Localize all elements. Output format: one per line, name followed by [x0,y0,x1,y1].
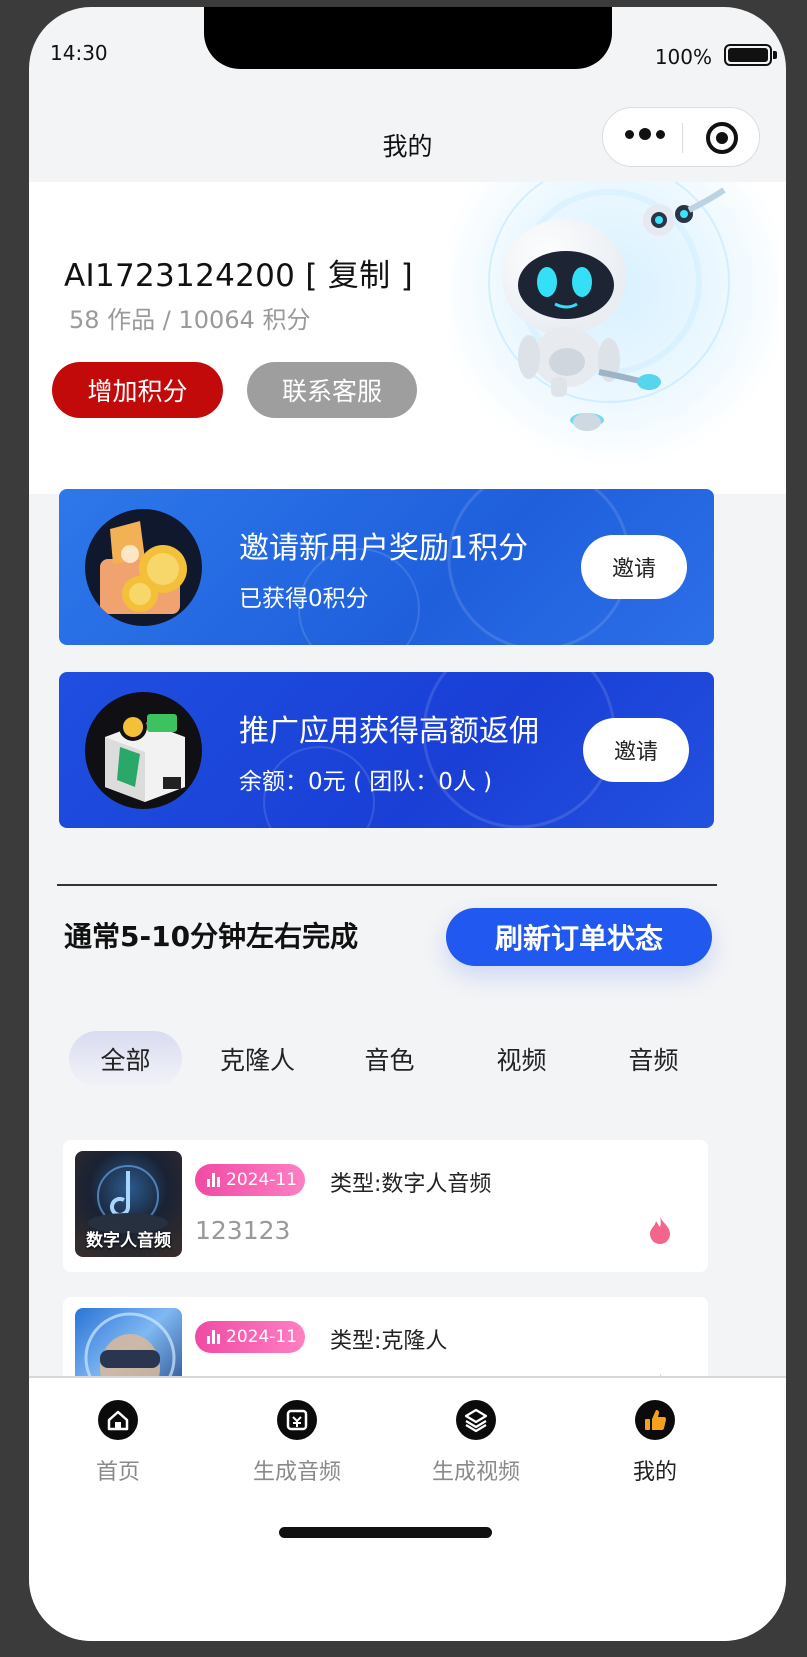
home-indicator [279,1527,492,1538]
invite-button[interactable]: 邀请 [581,535,687,599]
profile-stats: 58 作品 / 10064 积分 [69,306,311,334]
tabbar-item-generate-video[interactable]: 生成视频 [396,1400,556,1486]
thumbs-up-icon [635,1400,675,1440]
tab-voice[interactable]: 音色 [333,1031,446,1087]
tab-clone[interactable]: 克隆人 [201,1031,314,1087]
date-badge-text: 2024-11 [226,1170,298,1190]
video-layers-icon [456,1400,496,1440]
item-description: 123123 [195,1216,291,1245]
date-badge: 2024-11 [195,1164,306,1196]
tab-video[interactable]: 视频 [465,1031,578,1087]
item-type: 类型:克隆人 [330,1329,448,1354]
username[interactable]: AI1723124200 [ 复制 ] [64,250,413,295]
more-icon[interactable] [625,128,665,140]
promotion-subtitle: 余额：0元 ( 团队：0人 ) [239,769,493,795]
audio-icon [277,1400,317,1440]
section-divider [57,884,717,886]
robot-mascot-icon [488,182,730,431]
tabbar-item-home[interactable]: 首页 [38,1400,198,1486]
tabbar-label: 首页 [95,1460,140,1485]
invite-reward-card: 邀请新用户奖励1积分 已获得0积分 邀请 [59,489,714,645]
tab-all[interactable]: 全部 [69,1031,182,1087]
list-item[interactable]: 数字人音频 2024-11 类型:数字人音频 123123 [63,1140,708,1272]
bar-chart-icon [207,1173,220,1187]
status-time: 14:30 [50,41,108,65]
item-thumbnail-label: 数字人音频 [86,1231,171,1251]
capsule-divider [682,123,683,153]
invite-button[interactable]: 邀请 [583,718,689,782]
invite-reward-subtitle: 已获得0积分 [239,586,369,612]
filter-tabs: 全部 克隆人 音色 视频 音频 [69,1031,729,1087]
mini-program-capsule [602,107,760,167]
battery-percentage: 100% [654,45,712,69]
date-badge-text: 2024-11 [226,1327,298,1347]
invite-reward-title: 邀请新用户奖励1积分 [239,531,529,566]
bar-chart-icon [207,1330,220,1344]
battery-icon [724,44,777,66]
fire-icon[interactable] [648,1215,672,1245]
bottom-tab-bar: 首页 生成音频 生成视频 我的 [29,1376,786,1641]
tabbar-label: 生成音频 [252,1460,341,1485]
item-type: 类型:数字人音频 [330,1172,492,1197]
tabbar-item-generate-audio[interactable]: 生成音频 [217,1400,377,1486]
tabbar-item-mine[interactable]: 我的 [575,1400,735,1486]
promotion-card: 推广应用获得高额返佣 余额：0元 ( 团队：0人 ) 邀请 [59,672,714,828]
money-box-icon [85,692,202,809]
home-icon [98,1400,138,1440]
item-thumbnail: 数字人音频 [75,1151,182,1257]
profile-header: AI1723124200 [ 复制 ] 58 作品 / 10064 积分 增加积… [29,182,786,494]
notch [204,7,612,69]
phone-screen: 14:30 100% 我的 AI1723124200 [复制] 58 作品 … [29,7,786,1641]
promotion-title: 推广应用获得高额返佣 [239,714,539,749]
tabbar-label: 我的 [632,1460,677,1485]
contact-service-button[interactable]: 联系客服 [247,362,417,418]
date-badge: 2024-11 [195,1321,306,1353]
completion-estimate-text: 通常5-10分钟左右完成 [64,920,359,953]
tab-audio[interactable]: 音频 [597,1031,710,1087]
gift-coins-icon [85,509,202,626]
add-points-button[interactable]: 增加积分 [52,362,223,418]
refresh-order-status-button[interactable]: 刷新订单状态 [446,908,712,966]
tabbar-label: 生成视频 [431,1460,520,1485]
close-program-icon[interactable] [706,122,738,154]
